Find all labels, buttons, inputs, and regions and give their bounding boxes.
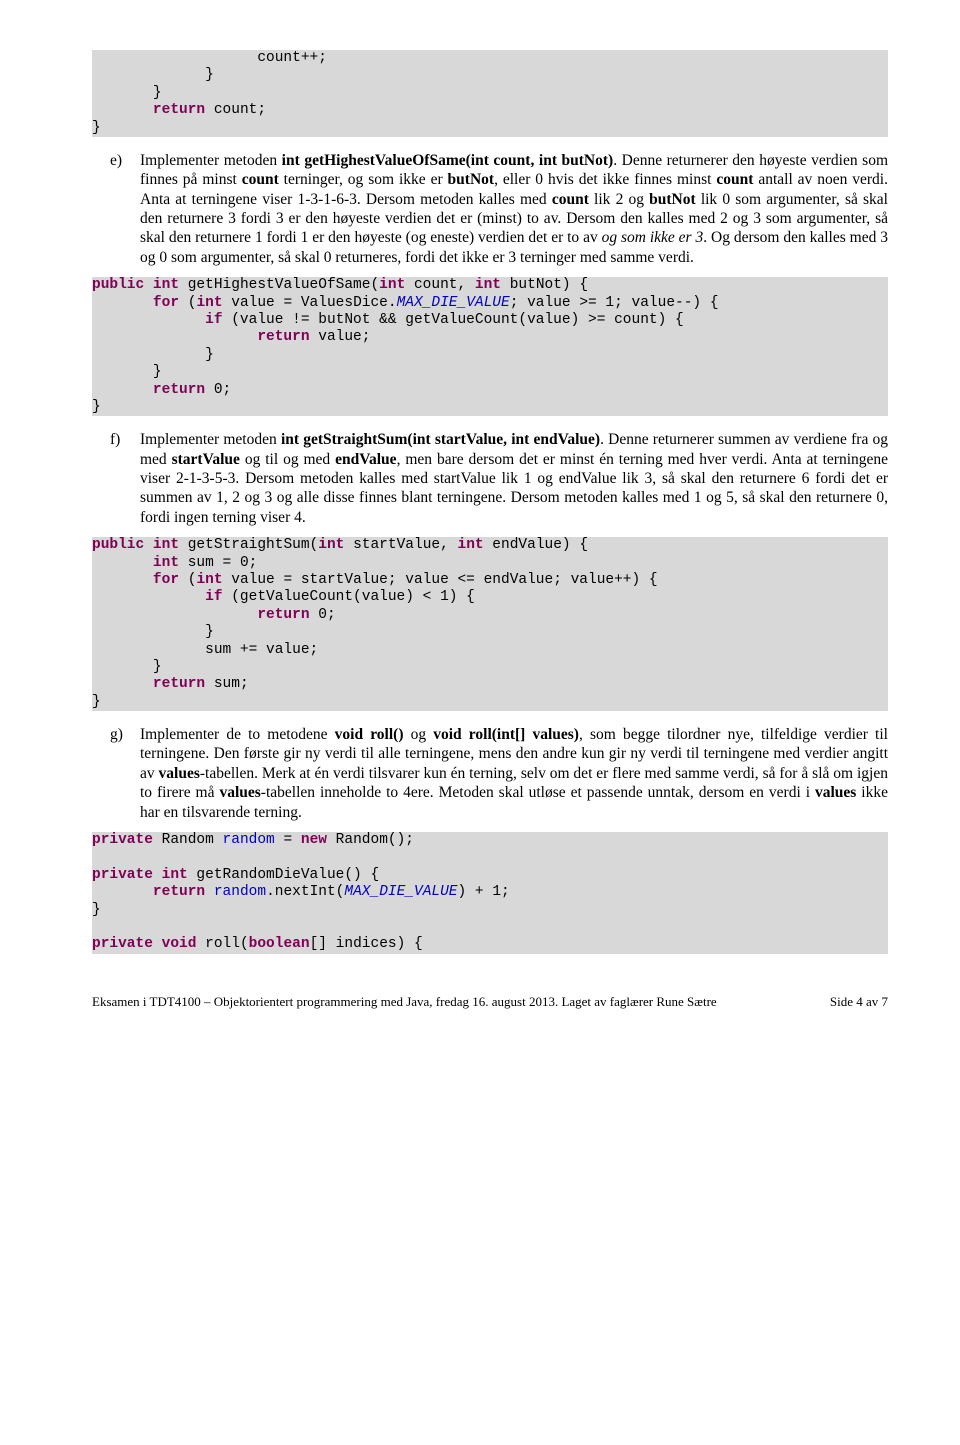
paragraph-e: e) Implementer metoden int getHighestVal…: [140, 151, 888, 267]
code-block-getstraight: public int getStraightSum(int startValue…: [92, 537, 888, 711]
list-letter-g: g): [110, 725, 136, 744]
page-footer: Eksamen i TDT4100 – Objektorientert prog…: [92, 994, 888, 1010]
code-block-gethighest: public int getHighestValueOfSame(int cou…: [92, 277, 888, 416]
code-block-count: count++; } } return count; }: [92, 50, 888, 137]
list-letter-f: f): [110, 430, 136, 449]
paragraph-g: g) Implementer de to metodene void roll(…: [140, 725, 888, 822]
paragraph-f: f) Implementer metoden int getStraightSu…: [140, 430, 888, 527]
footer-page-number: Side 4 av 7: [830, 994, 888, 1010]
list-letter-e: e): [110, 151, 136, 170]
footer-left: Eksamen i TDT4100 – Objektorientert prog…: [92, 994, 717, 1010]
code-block-roll: private Random random = new Random(); pr…: [92, 832, 888, 954]
